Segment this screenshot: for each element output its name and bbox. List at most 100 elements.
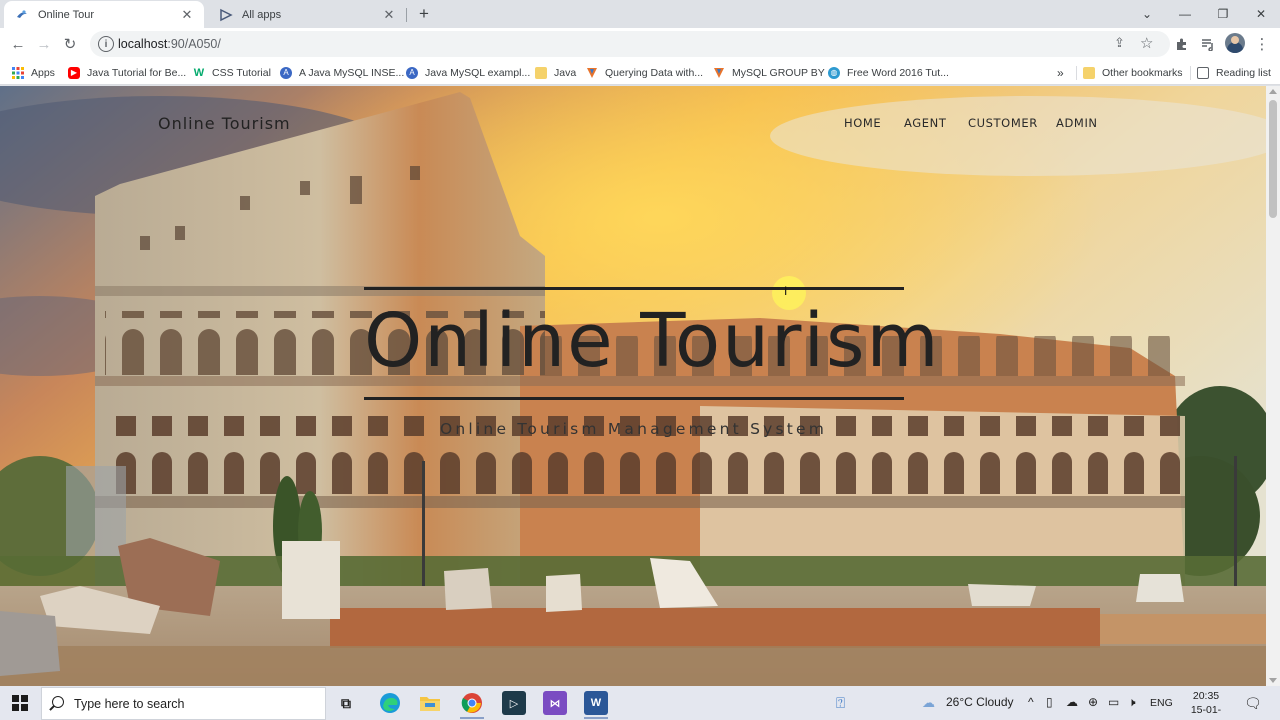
bookmark-java-mysql-example[interactable]: A Java MySQL exampl...: [406, 64, 530, 81]
hero-title: Online Tourism: [364, 298, 941, 384]
bookmarks-bar: Apps ▶ Java Tutorial for Be... W CSS Tut…: [0, 60, 1280, 85]
visual-studio-icon[interactable]: ⋈: [543, 691, 567, 715]
search-placeholder: Type here to search: [74, 697, 185, 711]
tab-close-icon[interactable]: ✕: [382, 7, 396, 22]
tab-online-tour[interactable]: Online Tour ✕: [4, 1, 204, 28]
reading-list-icon: [1197, 66, 1209, 79]
share-icon[interactable]: ⇪: [1114, 35, 1125, 51]
input-language[interactable]: ENG: [1150, 697, 1173, 709]
colosseum-background-image: [0, 86, 1266, 686]
apps-grid-icon: [12, 66, 24, 79]
bookmark-css-tutorial[interactable]: W CSS Tutorial: [193, 64, 271, 81]
reading-list-label: Reading list: [1216, 66, 1271, 79]
apps-favicon-icon: [218, 7, 234, 23]
other-bookmarks-label: Other bookmarks: [1102, 66, 1183, 79]
nav-customer[interactable]: CUSTOMER: [968, 116, 1038, 130]
bookmark-label: Java: [554, 66, 577, 79]
w3schools-icon: W: [193, 66, 205, 79]
nav-admin[interactable]: ADMIN: [1056, 116, 1098, 130]
device-icon[interactable]: ▯: [1046, 695, 1053, 709]
separator: [1190, 64, 1191, 81]
clock-date: 15-01-2022: [1190, 704, 1222, 720]
restore-icon[interactable]: ❐: [1204, 0, 1242, 28]
bookmark-apps[interactable]: Apps: [12, 64, 55, 81]
forward-button[interactable]: →: [32, 32, 56, 56]
bookmark-label: MySQL GROUP BY: [732, 66, 825, 79]
profile-avatar[interactable]: [1225, 33, 1245, 53]
separator: [1076, 64, 1077, 81]
bookmark-label: Querying Data with...: [605, 66, 704, 79]
weather-text[interactable]: 26°C Cloudy: [946, 695, 1014, 709]
web-page: Online Tourism HOME AGENT CUSTOMER ADMIN…: [0, 86, 1266, 686]
a-icon: A: [406, 66, 418, 79]
tab-title: Online Tour: [38, 8, 95, 21]
network-globe-icon[interactable]: ⊕: [1088, 695, 1098, 709]
reading-list[interactable]: Reading list: [1197, 64, 1271, 81]
terminal-app-icon[interactable]: ▷: [502, 691, 526, 715]
bookmark-label: A Java MySQL INSE...: [299, 66, 405, 79]
site-brand[interactable]: Online Tourism: [158, 114, 291, 133]
nav-home[interactable]: HOME: [844, 116, 881, 130]
help-icon[interactable]: ⍰: [836, 695, 845, 712]
taskbar-search-box[interactable]: Type here to search: [41, 687, 326, 720]
weather-cloud-icon: ☁: [922, 695, 935, 710]
url-path: :90/A050/: [167, 37, 221, 51]
extensions-icon[interactable]: [1170, 32, 1194, 56]
bookmark-java-mysql-insert[interactable]: A A Java MySQL INSE...: [280, 64, 404, 81]
other-bookmarks[interactable]: Other bookmarks: [1083, 64, 1183, 81]
bookmark-querying-data[interactable]: Querying Data with...: [586, 64, 703, 81]
close-window-icon[interactable]: ✕: [1242, 0, 1280, 28]
chrome-active-indicator: [460, 717, 484, 719]
windows-start-icon[interactable]: [12, 695, 28, 711]
chrome-menu-icon[interactable]: ⋮: [1250, 32, 1274, 56]
address-bar[interactable]: i localhost:90/A050/ ⇪ ☆: [90, 31, 1170, 57]
task-view-icon[interactable]: ⧉: [334, 691, 358, 715]
show-hidden-icons[interactable]: ^: [1028, 695, 1034, 709]
notifications-icon[interactable]: 🗨: [1244, 695, 1262, 712]
bookmark-free-word-2016[interactable]: ◍ Free Word 2016 Tut...: [828, 64, 949, 81]
reload-button[interactable]: ↻: [58, 32, 82, 56]
new-tab-button[interactable]: +: [414, 4, 434, 24]
mysqltutorial-icon: [586, 67, 598, 79]
scrollbar-thumb[interactable]: [1269, 100, 1277, 218]
bookmark-label: Java Tutorial for Be...: [87, 66, 187, 79]
word-active-indicator: [584, 717, 608, 719]
hero-top-rule: [364, 287, 904, 290]
scroll-down-icon[interactable]: [1269, 678, 1277, 683]
chrome-icon[interactable]: [460, 691, 484, 715]
bookmark-folder-java[interactable]: Java: [535, 64, 576, 81]
site-info-icon[interactable]: i: [98, 36, 114, 52]
globe-icon: ◍: [828, 66, 840, 79]
a-icon: A: [280, 66, 292, 79]
windows-taskbar: Type here to search ⧉ ▷ ⋈ W ⍰ ☁ 26°C Clo…: [0, 686, 1280, 720]
hero-subtitle: Online Tourism Management System: [440, 420, 828, 438]
edge-icon[interactable]: [378, 691, 402, 715]
word-icon[interactable]: W: [584, 691, 608, 715]
battery-icon[interactable]: ▭: [1108, 695, 1119, 709]
onedrive-cloud-icon[interactable]: ☁: [1066, 695, 1078, 709]
tab-all-apps[interactable]: All apps ✕: [208, 1, 406, 28]
file-explorer-icon[interactable]: [418, 691, 442, 715]
url-text[interactable]: localhost:90/A050/: [118, 37, 221, 51]
bookmarks-overflow-label: »: [1057, 65, 1064, 80]
media-control-icon[interactable]: [1196, 32, 1220, 56]
scroll-up-icon[interactable]: [1269, 89, 1277, 94]
tab-search-icon[interactable]: ⌄: [1128, 0, 1166, 28]
minimize-icon[interactable]: —: [1166, 0, 1204, 28]
taskbar-clock[interactable]: 20:35 15-01-2022: [1180, 689, 1232, 720]
bookmark-star-icon[interactable]: ☆: [1140, 34, 1153, 52]
tab-close-icon[interactable]: ✕: [180, 7, 194, 22]
folder-icon: [535, 66, 547, 79]
text-cursor-icon: I: [784, 284, 788, 298]
page-scrollbar[interactable]: [1266, 86, 1280, 686]
bookmarks-overflow-button[interactable]: »: [1057, 64, 1064, 81]
bookmark-java-tutorial[interactable]: ▶ Java Tutorial for Be...: [68, 64, 186, 81]
bookmark-mysql-group-by[interactable]: MySQL GROUP BY: [713, 64, 825, 81]
tab-title: All apps: [242, 8, 282, 21]
mysqltutorial-icon: [713, 67, 725, 79]
volume-muted-icon[interactable]: 🕨: [1128, 695, 1136, 710]
back-button[interactable]: ←: [6, 32, 30, 56]
hero-bottom-rule: [364, 397, 904, 400]
nav-agent[interactable]: AGENT: [904, 116, 946, 130]
bookmark-label: Java MySQL exampl...: [425, 66, 531, 79]
